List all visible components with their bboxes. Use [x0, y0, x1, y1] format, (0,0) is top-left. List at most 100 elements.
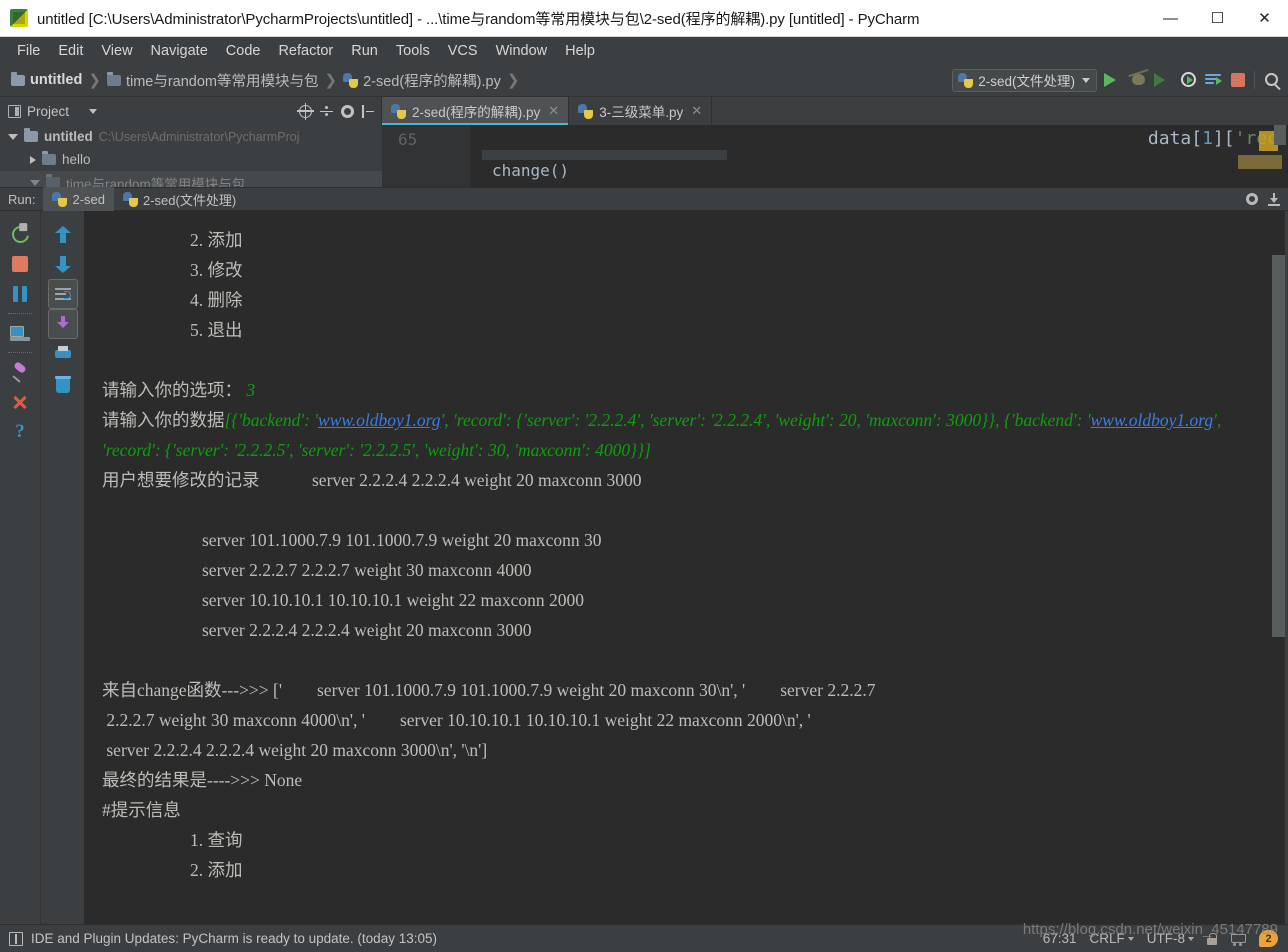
- soft-wrap-icon: [54, 287, 72, 301]
- close-button[interactable]: ✕: [1241, 0, 1288, 37]
- scroll-to-end-button[interactable]: [47, 309, 78, 339]
- console-scrollbar[interactable]: [1272, 213, 1285, 922]
- run-button[interactable]: [1104, 71, 1122, 89]
- close-icon[interactable]: ✕: [548, 103, 559, 119]
- run-coverage-button[interactable]: [1154, 71, 1172, 89]
- console-line: 4. 删除: [190, 290, 243, 310]
- chevron-down-icon[interactable]: [30, 179, 40, 186]
- menu-edit[interactable]: Edit: [49, 40, 92, 62]
- close-tab-button[interactable]: [5, 387, 35, 417]
- console-line: #提示信息: [102, 800, 181, 820]
- tree-item-hello[interactable]: hello: [0, 148, 382, 171]
- chevron-down-icon[interactable]: [8, 133, 18, 140]
- pause-output-button[interactable]: [5, 279, 35, 309]
- lock-icon[interactable]: [1207, 932, 1217, 945]
- maximize-button[interactable]: ☐: [1194, 0, 1241, 37]
- notification-badge[interactable]: 2: [1259, 930, 1278, 947]
- menu-bar: File Edit View Navigate Code Refactor Ru…: [0, 37, 1288, 64]
- console-data-seg1: [{'backend': ': [224, 410, 319, 430]
- editor-scrollbar-thumb[interactable]: [1274, 125, 1286, 145]
- console-prompt-line: 请输入你的选项： 3: [102, 375, 1270, 405]
- scroll-down-button[interactable]: [48, 249, 78, 279]
- project-panel-title[interactable]: Project: [0, 104, 98, 119]
- window-title: untitled [C:\Users\Administrator\Pycharm…: [37, 10, 920, 28]
- show-console-icon: [10, 325, 30, 341]
- cart-icon[interactable]: [1230, 932, 1246, 946]
- menu-vcs[interactable]: VCS: [439, 40, 487, 62]
- menu-code[interactable]: Code: [217, 40, 270, 62]
- console-url-link[interactable]: www.oldboy1.org: [318, 410, 441, 430]
- search-everywhere-button[interactable]: [1262, 71, 1280, 89]
- menu-file[interactable]: File: [8, 40, 49, 62]
- ide-update-icon: [9, 931, 23, 946]
- minimize-button[interactable]: —: [1147, 0, 1194, 37]
- profile-button[interactable]: [1179, 71, 1197, 89]
- breadcrumb-item-project[interactable]: untitled: [6, 71, 87, 88]
- caret-position[interactable]: 67:31: [1043, 931, 1077, 946]
- run-with-console-button[interactable]: [1204, 71, 1222, 89]
- code-editor[interactable]: 65 change() data[1]['rec: [382, 125, 1288, 187]
- run-configuration-selector[interactable]: 2-sed(文件处理): [952, 68, 1097, 92]
- run-right-toolbar: [40, 211, 84, 924]
- menu-view[interactable]: View: [92, 40, 141, 62]
- run-left-toolbar: ?: [0, 211, 40, 924]
- soft-wrap-button[interactable]: [47, 279, 78, 309]
- editor-tab-3-menu[interactable]: 3-三级菜单.py ✕: [569, 97, 713, 125]
- close-icon[interactable]: ✕: [691, 103, 702, 119]
- editor-line-number: 65: [398, 130, 418, 149]
- menu-window[interactable]: Window: [487, 40, 557, 62]
- breadcrumb-item-file[interactable]: 2-sed(程序的解耦).py: [338, 70, 506, 91]
- help-button[interactable]: ?: [5, 417, 35, 447]
- console-data-seg2: ', 'record': {'server': '2.2.2.4', 'serv…: [440, 410, 861, 430]
- scroll-to-end-icon: [54, 316, 72, 332]
- console-line: 3. 修改: [190, 260, 243, 280]
- menu-run[interactable]: Run: [342, 40, 387, 62]
- chevron-right-icon[interactable]: [30, 155, 36, 164]
- rerun-icon: [8, 222, 32, 246]
- pin-tab-button[interactable]: [5, 357, 35, 387]
- editor-tab-2-sed[interactable]: 2-sed(程序的解耦).py ✕: [382, 97, 570, 125]
- settings-gear-icon[interactable]: [341, 104, 354, 118]
- panel-header-row: Project 2-sed(程序的解耦).py ✕ 3-三级菜单.py ✕: [0, 97, 1288, 125]
- show-console-button[interactable]: [5, 318, 35, 348]
- console-line: 用户想要修改的记录 server 2.2.2.4 2.2.2.4 weight …: [102, 470, 642, 490]
- settings-gear-icon[interactable]: [1246, 193, 1258, 205]
- console-url-link[interactable]: www.oldboy1.org: [1091, 410, 1214, 430]
- stop-button[interactable]: [1229, 71, 1247, 89]
- encoding[interactable]: UTF-8: [1147, 931, 1194, 946]
- scroll-up-button[interactable]: [48, 219, 78, 249]
- run-config-name: 2-sed(文件处理): [978, 74, 1075, 89]
- tree-item-untitled[interactable]: untitled C:\Users\Administrator\PycharmP…: [0, 125, 382, 148]
- stop-process-button[interactable]: [5, 249, 35, 279]
- collapse-all-icon[interactable]: [320, 105, 333, 118]
- breadcrumb-item-folder[interactable]: time与random等常用模块与包: [102, 70, 324, 91]
- line-separator[interactable]: CRLF: [1089, 931, 1134, 946]
- folder-icon: [42, 151, 56, 165]
- run-panel-label: Run:: [8, 191, 36, 207]
- run-tab-label: 2-sed: [72, 191, 105, 207]
- menu-navigate[interactable]: Navigate: [142, 40, 217, 62]
- print-button[interactable]: [48, 339, 78, 369]
- console-scrollbar-thumb[interactable]: [1272, 255, 1285, 637]
- folder-icon: [11, 71, 25, 86]
- menu-refactor[interactable]: Refactor: [269, 40, 342, 62]
- select-opened-file-icon[interactable]: [297, 102, 314, 120]
- export-download-icon[interactable]: [1268, 192, 1280, 206]
- menu-tools[interactable]: Tools: [387, 40, 439, 62]
- tree-item-modules[interactable]: time与random等常用模块与包: [0, 171, 382, 187]
- clear-all-button[interactable]: [48, 369, 78, 399]
- rerun-button[interactable]: [5, 219, 35, 249]
- run-tab-2-sed[interactable]: 2-sed: [43, 187, 114, 211]
- project-panel-icon: [8, 104, 21, 118]
- status-message[interactable]: IDE and Plugin Updates: PyCharm is ready…: [31, 931, 437, 946]
- menu-help[interactable]: Help: [556, 40, 604, 62]
- console-data-prefix: 请输入你的数据: [102, 410, 225, 430]
- hide-panel-icon[interactable]: [362, 104, 374, 118]
- pycharm-window: untitled [C:\Users\Administrator\Pycharm…: [0, 0, 1288, 952]
- pycharm-logo-icon: [10, 9, 28, 27]
- run-tab-2-sed-file[interactable]: 2-sed(文件处理): [114, 187, 245, 211]
- console-output[interactable]: 2. 添加 3. 修改 4. 删除 5. 退出 请输入你的选项： 3 请输入你的…: [84, 211, 1288, 924]
- debug-button[interactable]: [1129, 71, 1147, 89]
